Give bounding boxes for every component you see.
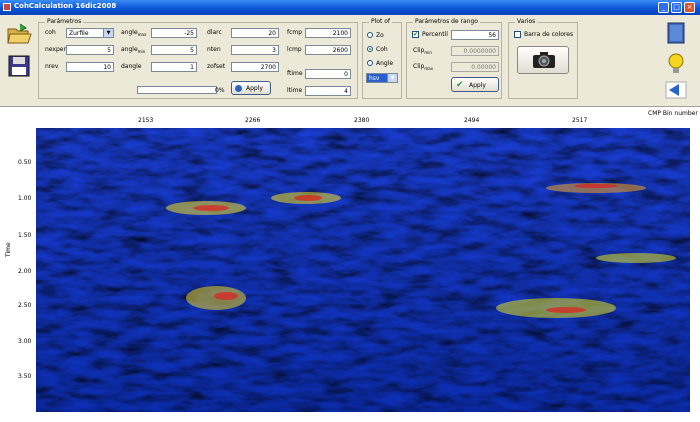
radio-zo-label: Zo xyxy=(376,32,384,39)
app-icon xyxy=(3,3,11,11)
radio-angle[interactable] xyxy=(367,60,373,66)
radio-zo[interactable] xyxy=(367,32,373,38)
coh-label: coh xyxy=(45,29,56,36)
angle-min-label: anglemin xyxy=(121,46,146,55)
x-tick-label: 2153 xyxy=(138,117,154,124)
range-apply-label: Apply xyxy=(469,82,486,89)
zofset-label: zofset xyxy=(207,63,226,70)
angle-min-input[interactable]: 5 xyxy=(151,45,197,55)
chevron-down-icon: ▼ xyxy=(103,29,113,37)
zofset-input[interactable]: 2700 xyxy=(231,62,279,72)
fcmp-label: fcmp xyxy=(287,29,303,36)
progress-label: 0% xyxy=(215,87,225,94)
maximize-button[interactable]: □ xyxy=(671,2,682,13)
fcmp-input[interactable]: 2100 xyxy=(305,28,351,38)
coh-select[interactable]: Zurfile ▼ xyxy=(66,28,114,38)
nten-label: nten xyxy=(207,46,221,53)
control-panel: Parámetros coh Zurfile ▼ nexpert 5 nrev … xyxy=(0,15,700,107)
dlarc-input[interactable]: 20 xyxy=(231,28,279,38)
nten-input[interactable]: 3 xyxy=(231,45,279,55)
camera-button[interactable] xyxy=(517,46,569,74)
barra-colores-checkbox[interactable] xyxy=(514,31,521,38)
x-axis-label: CMP Bin number xyxy=(648,110,698,117)
ltime-input[interactable]: 4 xyxy=(305,86,351,96)
x-tick-label: 2266 xyxy=(245,117,261,124)
camera-icon xyxy=(533,52,555,68)
clip-max-input[interactable]: 0.00000 xyxy=(451,62,499,72)
chevron-down-icon: ▼ xyxy=(387,74,397,82)
dangle-label: dangle xyxy=(121,63,142,70)
radio-coh-label: Coh xyxy=(376,46,388,53)
y-tick-label: 3.00 xyxy=(18,338,32,345)
clip-min-input[interactable]: 0.0000000 xyxy=(451,46,499,56)
ftime-input[interactable]: 0 xyxy=(305,69,351,79)
y-tick-label: 0.50 xyxy=(18,159,32,166)
ltime-label: ltime xyxy=(287,87,303,94)
angle-max-label: anglemax xyxy=(121,29,147,38)
window-title: CohCalculation 16dic2008 xyxy=(14,2,117,10)
radio-coh[interactable] xyxy=(367,46,373,52)
y-tick-label: 2.50 xyxy=(18,302,32,309)
folder-open-icon[interactable] xyxy=(6,23,32,45)
plot-of-group: Plot of Zo Coh Angle hsv ▼ xyxy=(362,18,402,99)
angle-max-input[interactable]: -25 xyxy=(151,28,197,38)
x-tick-label: 2494 xyxy=(464,117,480,124)
close-button[interactable]: × xyxy=(684,2,695,13)
colormap-select[interactable]: hsv ▼ xyxy=(366,73,398,83)
title-bar: CohCalculation 16dic2008 _ □ × xyxy=(0,0,700,15)
plot-of-label: Plot of xyxy=(369,18,392,25)
x-tick-label: 2517 xyxy=(572,117,588,124)
range-apply-button[interactable]: ✔ Apply xyxy=(451,77,499,92)
x-tick-label: 2380 xyxy=(354,117,370,124)
apply-button-label: Apply xyxy=(246,85,263,92)
y-tick-label: 2.00 xyxy=(18,268,32,275)
back-arrow-icon[interactable] xyxy=(665,81,687,99)
check-icon: ✔ xyxy=(456,80,464,90)
coh-select-value: Zurfile xyxy=(69,30,89,37)
lcmp-label: lcmp xyxy=(287,46,302,53)
y-tick-label: 1.00 xyxy=(18,195,32,202)
book-icon[interactable] xyxy=(665,22,687,44)
coherence-plot-area: 2153 2266 2380 2494 2517 CMP Bin number … xyxy=(0,107,700,422)
colormap-select-value: hsv xyxy=(369,75,380,82)
apply-button[interactable]: Apply xyxy=(231,81,271,95)
parametros-group-label: Parámetros xyxy=(45,18,84,25)
parametros-group: Parámetros coh Zurfile ▼ nexpert 5 nrev … xyxy=(38,18,358,99)
percentil-checkbox[interactable]: ✔ xyxy=(412,31,419,38)
nexpert-label: nexpert xyxy=(45,46,69,53)
nrev-label: nrev xyxy=(45,63,59,70)
y-axis-label: Time xyxy=(5,242,12,257)
y-tick-label: 1.50 xyxy=(18,232,32,239)
progress-bar xyxy=(137,86,217,94)
dangle-input[interactable]: 1 xyxy=(151,62,197,72)
clip-min-label: Clipmin xyxy=(413,47,432,56)
range-group-label: Parámetros de rango xyxy=(413,18,480,25)
ftime-label: ftime xyxy=(287,70,303,77)
lcmp-input[interactable]: 2600 xyxy=(305,45,351,55)
nexpert-input[interactable]: 5 xyxy=(66,45,114,55)
floppy-save-icon[interactable] xyxy=(6,55,32,77)
minimize-button[interactable]: _ xyxy=(658,2,669,13)
dlarc-label: dlarc xyxy=(207,29,222,36)
percentil-input[interactable]: 56 xyxy=(451,30,499,40)
nrev-input[interactable]: 10 xyxy=(66,62,114,72)
apply-icon xyxy=(235,85,242,92)
barra-colores-label: Barra de colores xyxy=(524,31,574,38)
varios-group: Varios Barra de colores xyxy=(508,18,578,99)
y-tick-label: 3.50 xyxy=(18,373,32,380)
lightbulb-icon[interactable] xyxy=(665,53,687,75)
percentil-label: Percentil xyxy=(422,31,448,38)
radio-angle-label: Angle xyxy=(376,60,394,67)
varios-label: Varios xyxy=(515,18,538,25)
seismic-coherence-image xyxy=(36,128,690,412)
clip-max-label: Clipmax xyxy=(413,63,434,72)
range-group: Parámetros de rango ✔ Percentil 56 Clipm… xyxy=(406,18,502,99)
